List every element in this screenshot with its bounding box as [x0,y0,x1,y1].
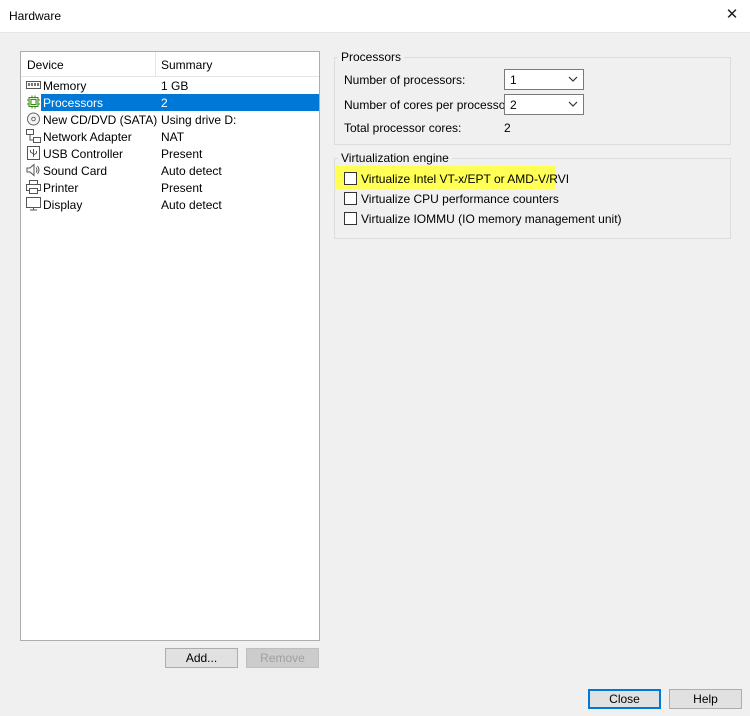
memory-icon [26,81,41,89]
device-summary: 2 [161,96,168,110]
virtualize-cpu-counters-checkbox[interactable]: Virtualize CPU performance counters [344,190,559,208]
device-row-processors[interactable]: Processors 2 [21,94,319,111]
device-row-cd-dvd[interactable]: New CD/DVD (SATA) Using drive D: [21,111,319,128]
device-summary: Auto detect [161,164,222,178]
num-processors-label: Number of processors: [344,73,466,87]
checkbox-label: Virtualize IOMMU (IO memory management u… [361,212,622,226]
cores-per-processor-value: 2 [510,98,517,112]
device-rows: Memory 1 GB Processors 2 New CD/DVD (SAT… [21,77,319,213]
device-name: Display [43,198,83,212]
add-button[interactable]: Add... [165,648,238,668]
column-separator[interactable] [155,52,156,76]
cores-per-processor-label: Number of cores per processor: [344,98,513,112]
column-header-device[interactable]: Device [27,58,64,72]
cores-per-processor-select[interactable]: 2 [504,94,584,115]
title-bar: Hardware ✕ [0,0,750,32]
processors-group-label: Processors [338,50,405,64]
checkbox-label: Virtualize Intel VT-x/EPT or AMD-V/RVI [361,172,570,186]
chevron-down-icon [568,76,578,82]
checkbox-box[interactable] [344,212,357,225]
device-summary: Present [161,181,203,195]
help-button[interactable]: Help [669,689,742,709]
column-header-summary[interactable]: Summary [161,58,212,72]
processor-icon [27,95,40,109]
total-cores-value: 2 [504,121,511,135]
device-summary: NAT [161,130,185,144]
close-button[interactable]: Close [588,689,661,709]
device-name: New CD/DVD (SATA) [43,113,158,127]
device-summary: Present [161,147,203,161]
device-summary: 1 GB [161,79,189,93]
virtualization-group-label: Virtualization engine [338,151,452,165]
remove-button[interactable]: Remove [246,648,319,668]
num-processors-value: 1 [510,73,517,87]
device-row-memory[interactable]: Memory 1 GB [21,77,319,94]
device-name: Sound Card [43,164,108,178]
checkbox-box[interactable] [344,192,357,205]
network-adapter-icon [26,129,41,143]
device-name: Printer [43,181,79,195]
virtualize-vtx-checkbox[interactable]: Virtualize Intel VT-x/EPT or AMD-V/RVI [344,170,569,188]
device-summary: Using drive D: [161,113,237,127]
virtualize-iommu-checkbox[interactable]: Virtualize IOMMU (IO memory management u… [344,210,622,228]
checkbox-box[interactable] [344,172,357,185]
device-row-sound-card[interactable]: Sound Card Auto detect [21,162,319,179]
device-row-printer[interactable]: Printer Present [21,179,319,196]
device-row-usb-controller[interactable]: USB Controller Present [21,145,319,162]
checkbox-label: Virtualize CPU performance counters [361,192,559,206]
device-name: USB Controller [43,147,124,161]
chevron-down-icon [568,101,578,107]
device-summary: Auto detect [161,198,222,212]
device-name: Memory [43,79,87,93]
device-name: Processors [43,96,104,110]
cd-dvd-icon [27,112,40,126]
device-list[interactable]: Device Summary Memory 1 GB Processors 2 … [20,51,320,641]
sound-card-icon [26,163,40,177]
printer-icon [26,180,41,194]
device-row-display[interactable]: Display Auto detect [21,196,319,213]
device-list-header: Device Summary [21,52,319,77]
device-name: Network Adapter [43,130,132,144]
close-icon[interactable]: ✕ [722,5,742,25]
display-icon [26,197,41,211]
num-processors-select[interactable]: 1 [504,69,584,90]
usb-controller-icon [27,146,40,160]
device-row-network-adapter[interactable]: Network Adapter NAT [21,128,319,145]
total-cores-label: Total processor cores: [344,121,462,135]
window-title: Hardware [9,9,62,23]
